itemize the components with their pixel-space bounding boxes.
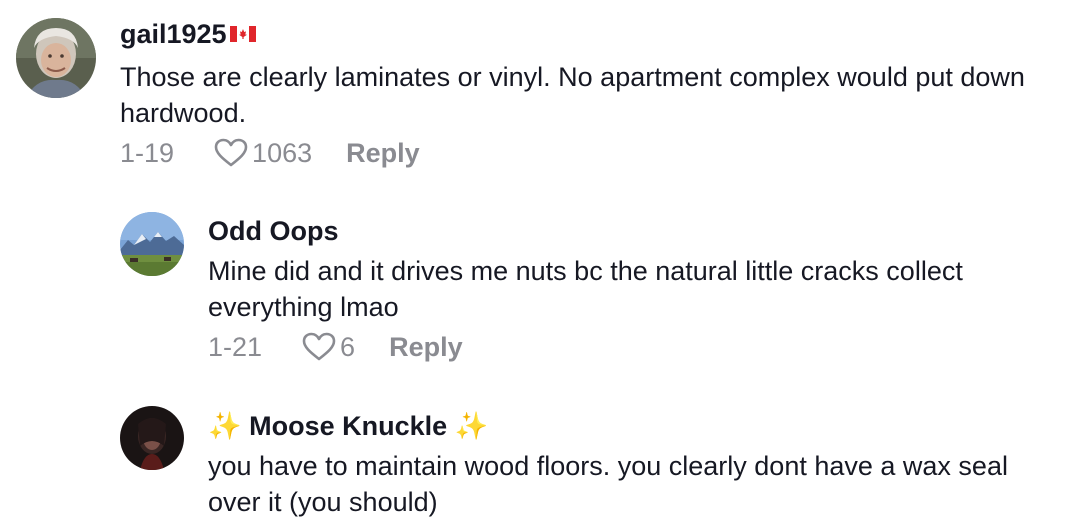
like-button[interactable]: 6 <box>302 331 355 363</box>
heart-icon[interactable] <box>302 332 336 362</box>
like-button[interactable]: 1063 <box>214 137 312 169</box>
comment-text: Those are clearly laminates or vinyl. No… <box>120 62 1025 128</box>
avatar[interactable] <box>16 18 96 98</box>
reply-button[interactable]: Reply <box>346 137 420 169</box>
username-text[interactable]: Moose Knuckle <box>249 411 447 441</box>
comment-meta: 1-19 1063 Reply <box>120 137 420 169</box>
sparkles-icon: ✨ <box>208 410 242 441</box>
comment-date: 1-19 <box>120 138 175 168</box>
like-count: 6 <box>340 332 356 362</box>
username-text[interactable]: gail1925 <box>120 19 227 49</box>
comment-username[interactable]: Odd Oops <box>208 215 339 247</box>
heart-icon[interactable] <box>214 138 248 168</box>
avatar-image <box>120 212 184 276</box>
comment-text: Mine did and it drives me nuts bc the na… <box>208 256 963 322</box>
avatar-image <box>120 406 184 470</box>
reply-button[interactable]: Reply <box>389 331 463 363</box>
comment-text: you have to maintain wood floors. you cl… <box>208 451 1008 517</box>
comment-meta: 1-21 6 Reply <box>208 331 463 363</box>
canada-flag-icon <box>229 17 256 49</box>
avatar[interactable] <box>120 212 184 276</box>
comment-date: 1-21 <box>208 332 263 362</box>
avatar[interactable] <box>120 406 184 470</box>
comment-username[interactable]: gail1925 <box>120 18 256 52</box>
comment-username[interactable]: ✨ Moose Knuckle ✨ <box>208 410 488 444</box>
like-count: 1063 <box>252 138 313 168</box>
avatar-image <box>16 18 96 98</box>
sparkles-icon: ✨ <box>454 410 489 441</box>
